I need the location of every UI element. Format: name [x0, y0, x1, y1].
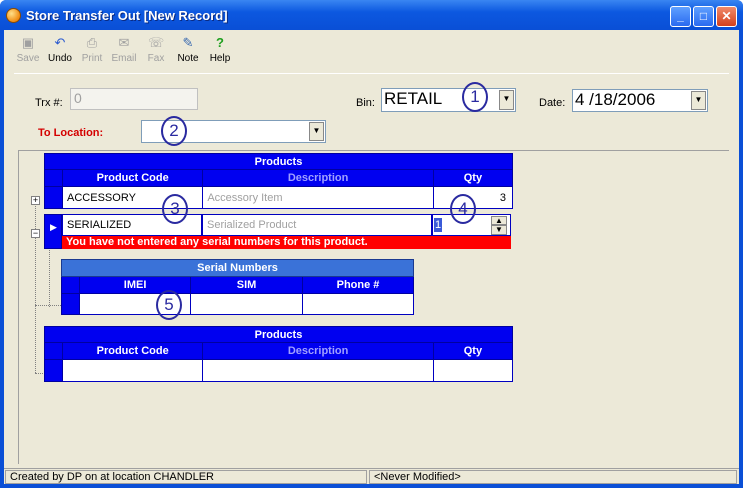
- col-qty[interactable]: Qty: [432, 342, 514, 360]
- spin-up-icon[interactable]: ▲: [491, 216, 507, 225]
- toolbar-divider: [14, 73, 729, 74]
- to-location-label: To Location:: [38, 127, 104, 139]
- bin-label: Bin:: [356, 97, 375, 109]
- note-label: Note: [177, 53, 199, 64]
- table-row[interactable]: [43, 359, 514, 382]
- col-phone[interactable]: Phone #: [302, 276, 414, 294]
- modified-status: <Never Modified>: [369, 470, 737, 484]
- table-row[interactable]: [60, 293, 414, 315]
- annotation-circle-5: 5: [156, 290, 182, 320]
- table-row[interactable]: ACCESSORY Accessory Item 3: [43, 186, 514, 209]
- col-description[interactable]: Description: [202, 169, 434, 187]
- cell-description[interactable]: Serialized Product: [202, 214, 432, 236]
- products-title-2: Products: [44, 326, 513, 343]
- email-icon: ✉: [118, 35, 130, 50]
- chevron-down-icon[interactable]: ▼: [309, 122, 324, 141]
- date-value: 4 /18/2006: [575, 90, 656, 109]
- bin-dropdown[interactable]: RETAIL ▼: [381, 88, 516, 112]
- collapse-row-icon[interactable]: −: [31, 229, 40, 238]
- qty-value[interactable]: 1: [434, 218, 443, 232]
- title-bar: Store Transfer Out [New Record] _ □ ✕: [0, 0, 743, 30]
- trx-label: Trx #:: [35, 97, 63, 109]
- row-selector[interactable]: ▶: [44, 214, 62, 249]
- annotation-circle-4: 4: [450, 194, 476, 224]
- email-label: Email: [111, 53, 137, 64]
- annotation-circle-1: 1: [462, 82, 488, 112]
- row-selector[interactable]: [43, 359, 64, 382]
- col-description[interactable]: Description: [202, 342, 434, 360]
- row-header: [43, 342, 64, 360]
- col-sim[interactable]: SIM: [190, 276, 304, 294]
- email-button[interactable]: ✉ Email: [108, 35, 140, 64]
- undo-label: Undo: [48, 53, 72, 64]
- serial-numbers-table: Serial Numbers IMEI SIM Phone #: [60, 259, 414, 315]
- error-message: You have not entered any serial numbers …: [62, 236, 511, 249]
- row-header: [60, 276, 81, 294]
- row-header: [43, 169, 64, 187]
- print-label: Print: [81, 53, 103, 64]
- expand-row-icon[interactable]: +: [31, 196, 40, 205]
- floppy-icon: ▣: [21, 35, 35, 50]
- col-product-code[interactable]: Product Code: [62, 169, 204, 187]
- help-icon: ?: [216, 35, 224, 50]
- minimize-button[interactable]: _: [670, 6, 691, 27]
- row-selector[interactable]: [60, 293, 81, 315]
- products-title: Products: [44, 153, 513, 170]
- undo-button[interactable]: ↶ Undo: [44, 35, 76, 64]
- fax-button[interactable]: ☏ Fax: [140, 35, 172, 64]
- help-label: Help: [209, 53, 231, 64]
- products-table-2: Products Product Code Description Qty: [43, 326, 514, 382]
- date-label: Date:: [539, 97, 566, 109]
- status-bar: Created by DP on at location CHANDLER <N…: [4, 468, 739, 484]
- spin-down-icon[interactable]: ▼: [491, 225, 507, 235]
- products-grid-area: + − Products Product Code Description Qt…: [18, 150, 729, 464]
- app-window: Store Transfer Out [New Record] _ □ ✕ ▣ …: [0, 0, 743, 488]
- row-selector[interactable]: [43, 186, 64, 209]
- note-button[interactable]: ✎ Note: [172, 35, 204, 64]
- undo-arrow-icon: ↶: [54, 35, 66, 50]
- tree-line: [35, 305, 61, 306]
- serial-numbers-title: Serial Numbers: [61, 259, 414, 277]
- fax-icon: ☏: [148, 35, 165, 50]
- toolbar: ▣ Save ↶ Undo ⎙ Print ✉ Email ☏ Fax ✎ No…: [4, 30, 739, 70]
- help-button[interactable]: ? Help: [204, 35, 236, 64]
- date-picker[interactable]: 4 /18/2006 ▼: [572, 89, 708, 112]
- save-label: Save: [16, 53, 40, 64]
- client-area: ▣ Save ↶ Undo ⎙ Print ✉ Email ☏ Fax ✎ No…: [4, 30, 739, 484]
- col-product-code[interactable]: Product Code: [62, 342, 204, 360]
- cell-sim[interactable]: [190, 293, 304, 315]
- cell-phone[interactable]: [302, 293, 414, 315]
- cell-product-code[interactable]: [62, 359, 204, 382]
- print-button[interactable]: ⎙ Print: [76, 35, 108, 64]
- printer-icon: ⎙: [86, 35, 98, 50]
- app-icon: [6, 8, 21, 23]
- cell-qty[interactable]: [432, 359, 514, 382]
- products-table: Products Product Code Description Qty AC…: [43, 153, 514, 209]
- save-button[interactable]: ▣ Save: [12, 35, 44, 64]
- created-status: Created by DP on at location CHANDLER: [5, 470, 367, 484]
- cell-description[interactable]: Accessory Item: [202, 186, 434, 209]
- current-row-arrow-icon: ▶: [50, 222, 57, 232]
- note-icon: ✎: [182, 35, 194, 50]
- col-qty[interactable]: Qty: [432, 169, 514, 187]
- trx-number-field[interactable]: 0: [70, 88, 198, 110]
- chevron-down-icon[interactable]: ▼: [499, 90, 514, 110]
- maximize-button[interactable]: □: [693, 6, 714, 27]
- annotation-circle-3: 3: [162, 194, 188, 224]
- window-title: Store Transfer Out [New Record]: [26, 8, 228, 23]
- fax-label: Fax: [147, 53, 165, 64]
- cell-description[interactable]: [202, 359, 434, 382]
- close-button[interactable]: ✕: [716, 6, 737, 27]
- annotation-circle-2: 2: [161, 116, 187, 146]
- bin-value: RETAIL: [384, 89, 443, 108]
- chevron-down-icon[interactable]: ▼: [691, 91, 706, 110]
